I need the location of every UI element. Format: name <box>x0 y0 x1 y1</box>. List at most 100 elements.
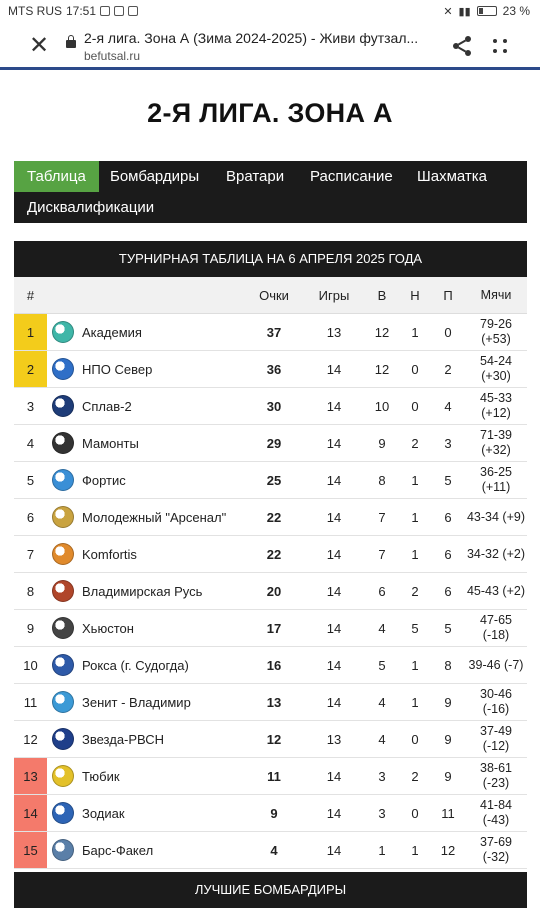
team-name[interactable]: Сплав-2 <box>82 388 262 424</box>
row-goals-score: 45-33 <box>480 391 512 405</box>
tab-chess[interactable]: Шахматка <box>404 161 500 192</box>
row-games: 13 <box>326 324 342 340</box>
table-row[interactable]: 2 НПО Север 36 14 12 0 2 54-24 (+30) <box>14 351 527 388</box>
team-name[interactable]: Фортис <box>82 462 262 498</box>
close-icon[interactable]: ✕ <box>26 34 52 60</box>
share-icon[interactable] <box>450 34 474 58</box>
team-logo-icon[interactable] <box>52 691 74 713</box>
row-goals: 30-46 (-16) <box>466 684 526 720</box>
row-points: 22 <box>266 509 282 525</box>
row-draws: 1 <box>411 509 419 525</box>
team-logo-icon[interactable] <box>52 617 74 639</box>
table-row[interactable]: 6 Молодежный "Арсенал" 22 14 7 1 6 43-34 (+9) <box>14 499 527 536</box>
team-logo-cell <box>50 351 76 387</box>
team-name[interactable]: Рокса (г. Судогда) <box>82 647 262 683</box>
row-wins: 1 <box>378 842 386 858</box>
team-logo-icon[interactable] <box>52 395 74 417</box>
header-draws[interactable]: Н <box>400 277 430 313</box>
team-logo-cell <box>50 684 76 720</box>
table-row[interactable]: 1 Академия 37 13 12 1 0 79-26 (+53) <box>14 314 527 351</box>
team-name[interactable]: Зенит - Владимир <box>82 684 262 720</box>
row-games: 14 <box>326 583 342 599</box>
header-wins[interactable]: В <box>366 277 398 313</box>
team-logo-icon[interactable] <box>52 765 74 787</box>
row-goals-diff: (+30) <box>481 369 511 383</box>
table-row[interactable]: 8 Владимирская Русь 20 14 6 2 6 45-43 (+2) <box>14 573 527 610</box>
team-name[interactable]: Владимирская Русь <box>82 573 262 609</box>
table-row[interactable]: 13 Тюбик 11 14 3 2 9 38-61 (-23) <box>14 758 527 795</box>
row-goals-diff: (-12) <box>482 739 510 753</box>
table-row[interactable]: 14 Зодиак 9 14 3 0 11 41-84 (-43) <box>14 795 527 832</box>
team-name[interactable]: Мамонты <box>82 425 262 461</box>
header-goals[interactable]: Мячи <box>466 277 526 313</box>
team-logo-icon[interactable] <box>52 506 74 528</box>
team-name[interactable]: Тюбик <box>82 758 262 794</box>
tab-disqualifications[interactable]: Дисквалификации <box>14 192 167 223</box>
table-row[interactable]: 5 Фортис 25 14 8 1 5 36-25 (+11) <box>14 462 527 499</box>
team-logo-icon[interactable] <box>52 728 74 750</box>
row-goals: 54-24 (+30) <box>466 351 526 387</box>
team-logo-icon[interactable] <box>52 580 74 602</box>
team-logo-icon[interactable] <box>52 469 74 491</box>
scorers-section-caption: ЛУЧШИЕ БОМБАРДИРЫ <box>14 872 527 908</box>
row-games: 14 <box>326 509 342 525</box>
row-draws: 2 <box>411 768 419 784</box>
table-row[interactable]: 3 Сплав-2 30 14 10 0 4 45-33 (+12) <box>14 388 527 425</box>
team-logo-icon[interactable] <box>52 543 74 565</box>
tab-schedule[interactable]: Расписание <box>297 161 406 192</box>
table-row[interactable]: 15 Барс-Факел 4 14 1 1 12 37-69 (-32) <box>14 832 527 869</box>
team-logo-icon[interactable] <box>52 839 74 861</box>
team-logo-cell <box>50 610 76 646</box>
row-wins: 4 <box>378 620 386 636</box>
team-name[interactable]: Барс-Факел <box>82 832 262 868</box>
team-name[interactable]: Зодиак <box>82 795 262 831</box>
team-logo-cell <box>50 647 76 683</box>
row-losses: 0 <box>444 324 452 340</box>
row-goals-score: 54-24 <box>480 354 512 368</box>
browser-domain[interactable]: befutsal.ru <box>84 49 140 63</box>
table-row[interactable]: 4 Мамонты 29 14 9 2 3 71-39 (+32) <box>14 425 527 462</box>
team-logo-icon[interactable] <box>52 321 74 343</box>
browser-page-title[interactable]: 2-я лига. Зона А (Зима 2024-2025) - Живи… <box>84 30 444 46</box>
table-row[interactable]: 11 Зенит - Владимир 13 14 4 1 9 30-46 (-16) <box>14 684 527 721</box>
row-goals-score: 79-26 <box>480 317 512 331</box>
row-losses: 6 <box>444 509 452 525</box>
team-name[interactable]: Хьюстон <box>82 610 262 646</box>
row-position: 15 <box>14 832 47 868</box>
row-points: 16 <box>266 657 282 673</box>
table-row[interactable]: 9 Хьюстон 17 14 4 5 5 47-65 (-18) <box>14 610 527 647</box>
table-row[interactable]: 10 Рокса (г. Судогда) 16 14 5 1 8 39-46 (-7) <box>14 647 527 684</box>
team-logo-icon[interactable] <box>52 654 74 676</box>
team-logo-icon[interactable] <box>52 358 74 380</box>
table-row[interactable]: 12 Звезда-РВСН 12 13 4 0 9 37-49 (-12) <box>14 721 527 758</box>
team-name[interactable]: НПО Север <box>82 351 262 387</box>
tab-goalkeepers[interactable]: Вратари <box>213 161 297 192</box>
row-goals-score: 71-39 <box>480 428 512 442</box>
status-left: MTS RUS 17:51 <box>8 4 139 18</box>
table-row[interactable]: 7 Komfortis 22 14 7 1 6 34-32 (+2) <box>14 536 527 573</box>
team-name[interactable]: Молодежный "Арсенал" <box>82 499 262 535</box>
tab-scorers[interactable]: Бомбардиры <box>97 161 212 192</box>
tab-table[interactable]: Таблица <box>14 161 99 192</box>
row-wins: 4 <box>378 731 386 747</box>
team-name[interactable]: Академия <box>82 314 262 350</box>
header-games[interactable]: Игры <box>312 277 356 313</box>
header-points[interactable]: Очки <box>250 277 298 313</box>
more-options-icon[interactable] <box>490 36 510 56</box>
header-losses[interactable]: П <box>432 277 464 313</box>
row-wins: 8 <box>378 472 386 488</box>
row-losses: 8 <box>444 657 452 673</box>
row-games: 13 <box>326 731 342 747</box>
row-position: 7 <box>26 546 35 562</box>
row-goals-score: 37-49 <box>480 724 512 738</box>
row-draws: 1 <box>411 324 419 340</box>
row-points: 4 <box>270 842 278 858</box>
header-pos[interactable]: # <box>14 277 47 313</box>
team-logo-icon[interactable] <box>52 432 74 454</box>
team-logo-icon[interactable] <box>52 802 74 824</box>
lock-icon[interactable] <box>66 35 76 48</box>
team-name[interactable]: Звезда-РВСН <box>82 721 262 757</box>
team-name[interactable]: Komfortis <box>82 536 262 572</box>
team-logo-cell <box>50 795 76 831</box>
row-goals-score: 38-61 <box>480 761 512 775</box>
